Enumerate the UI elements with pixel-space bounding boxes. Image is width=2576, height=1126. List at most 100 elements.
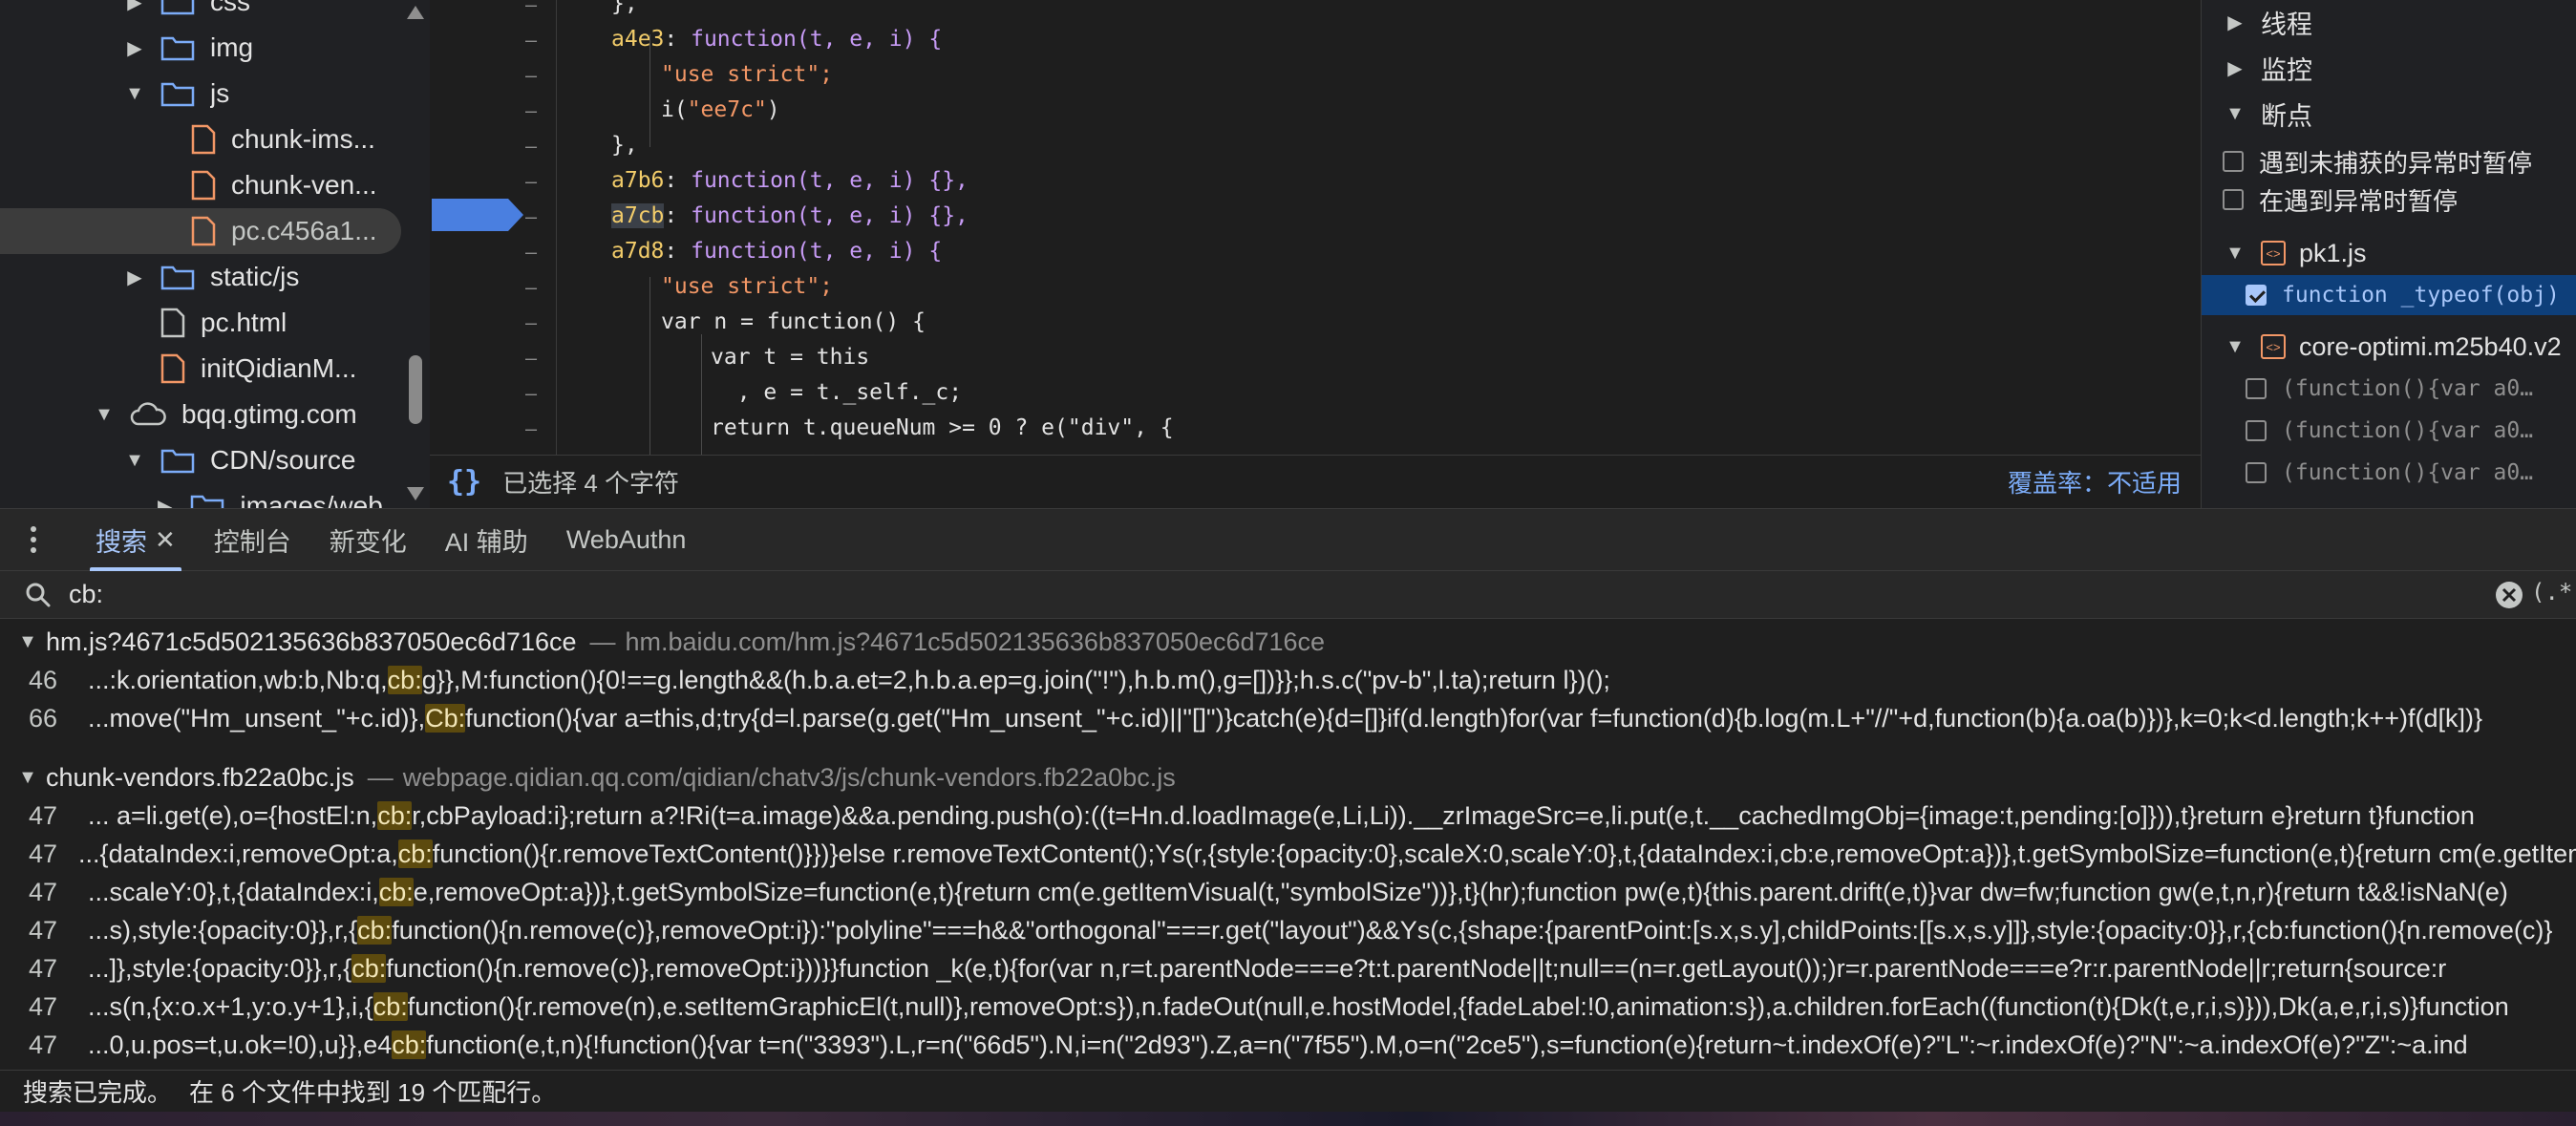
drawer-tab[interactable]: WebAuthn <box>547 508 706 571</box>
gutter-line[interactable]: – <box>430 0 556 22</box>
scroll-down-icon[interactable] <box>407 487 424 500</box>
expand-right-icon[interactable]: ▶ <box>122 36 147 60</box>
gutter-line[interactable]: – <box>430 57 556 93</box>
search-summary-text: 在 6 个文件中找到 19 个匹配行。 <box>189 1078 557 1107</box>
tree-item[interactable]: ▼ CDN/source <box>0 437 401 483</box>
breakpoint-code: (function(){var a0… <box>2282 376 2534 401</box>
gutter-line[interactable]: – <box>430 340 556 375</box>
result-row[interactable]: 47 ...0,u.pos=t,u.ok=!0),u}},e4cb:functio… <box>0 1026 2576 1064</box>
drawer-tab[interactable]: 新变化 <box>310 508 426 571</box>
search-input[interactable] <box>69 580 2457 609</box>
breakpoint-file[interactable]: ▼ <> core-optimi.m25b40.v2 <box>2202 325 2576 369</box>
expand-down-icon[interactable]: ▼ <box>122 83 147 105</box>
expand-down-icon[interactable]: ▼ <box>2223 336 2247 358</box>
pretty-print-button[interactable]: {} <box>447 465 481 499</box>
breakpoint-checkbox[interactable] <box>2246 420 2267 441</box>
drawer-tab[interactable]: 控制台 <box>195 508 310 571</box>
expand-right-icon[interactable]: ▶ <box>122 0 147 14</box>
result-text: ...scaleY:0},t,{dataIndex:i,cb:e,removeO… <box>88 877 2508 907</box>
checkbox[interactable] <box>2223 151 2244 172</box>
close-icon[interactable]: ✕ <box>155 525 176 555</box>
tree-item[interactable]: pc.html <box>0 300 401 346</box>
breakpoint-checkbox[interactable] <box>2246 285 2267 306</box>
js-file-icon <box>191 124 216 155</box>
checkbox[interactable] <box>2223 189 2244 210</box>
expand-down-icon[interactable]: ▼ <box>2223 243 2247 265</box>
tree-item[interactable]: ▶ img <box>0 25 401 71</box>
pause-option[interactable]: 在遇到异常时暂停 <box>2202 180 2576 220</box>
tree-item[interactable]: pc.c456a1... <box>0 208 401 254</box>
gutter-line[interactable]: – <box>430 305 556 340</box>
result-row[interactable]: 47 ...{dataIndex:i,removeOpt:a,cb:functio… <box>0 835 2576 873</box>
tree-item[interactable]: ▼ bqq.gtimg.com <box>0 392 401 437</box>
result-pre: ...:k.orientation,wb:b,Nb:q, <box>88 665 388 694</box>
tree-scrollbar[interactable] <box>405 0 430 508</box>
result-row[interactable]: 47 ...]},style:{opacity:0}},r,{cb:functio… <box>0 949 2576 988</box>
result-file-name: chunk-vendors.fb22a0bc.js <box>46 762 354 792</box>
expand-down-icon[interactable]: ▼ <box>2223 103 2247 125</box>
gutter-line[interactable]: – <box>430 375 556 411</box>
breakpoint-file[interactable]: ▼ <> pk1.js <box>2202 231 2576 275</box>
tree-scroll-thumb[interactable] <box>409 355 422 424</box>
gutter-line[interactable]: – <box>430 411 556 446</box>
result-file-name: hm.js?4671c5d502135636b837050ec6d716ce <box>46 627 577 656</box>
result-row[interactable]: 46 ...:k.orientation,wb:b,Nb:q,cb:g}},M:f… <box>0 661 2576 699</box>
breakpoint-checkbox[interactable] <box>2246 378 2267 399</box>
breakpoint-item[interactable]: function _typeof(obj) <box>2202 275 2576 315</box>
drawer-tab[interactable]: AI 辅助 <box>426 508 547 571</box>
gutter-line[interactable]: – <box>430 234 556 269</box>
result-text: ...s),style:{opacity:0}},r,{cb:function(… <box>88 915 2553 945</box>
expand-right-icon[interactable]: ▶ <box>153 495 177 509</box>
expand-down-icon[interactable]: ▼ <box>15 767 40 789</box>
drawer-menu-icon[interactable] <box>19 526 48 553</box>
expand-down-icon[interactable]: ▼ <box>122 450 147 472</box>
regex-toggle[interactable]: (.*) <box>2531 579 2576 605</box>
breakpoint-item[interactable]: (function(){var a0… <box>2202 411 2576 451</box>
debugger-section-1[interactable]: ▶ 监控 <box>2202 46 2576 90</box>
debugger-section-0[interactable]: ▶ 线程 <box>2202 0 2576 44</box>
result-pre: ...s(n,{x:o.x+1,y:o.y+1},i,{ <box>88 991 373 1021</box>
pause-option[interactable]: 遇到未捕获的异常时暂停 <box>2202 141 2576 181</box>
result-post: function(){n.remove(c)},removeOpt:i}):"p… <box>392 915 2553 945</box>
tree-item[interactable]: chunk-ims... <box>0 117 401 162</box>
breakpoint-checkbox[interactable] <box>2246 462 2267 483</box>
gutter-line[interactable]: – <box>430 269 556 305</box>
breakpoint-item[interactable]: (function(){var a0… <box>2202 453 2576 493</box>
expand-right-icon[interactable]: ▶ <box>122 266 147 289</box>
expand-right-icon[interactable]: ▶ <box>2223 11 2247 34</box>
coverage-link[interactable]: 覆盖率：不适用 <box>2008 464 2182 499</box>
result-file-header[interactable]: ▼ chunk-vendors.fb22a0bc.js — webpage.qidia… <box>0 758 1176 797</box>
expand-down-icon[interactable]: ▼ <box>15 631 40 653</box>
section-label: 断点 <box>2261 101 2312 131</box>
tree-item[interactable]: initQidianM... <box>0 346 401 392</box>
result-file-sep: — <box>589 627 616 656</box>
scroll-up-icon[interactable] <box>407 6 424 19</box>
result-row[interactable]: 66 ...move("Hm_unsent_"+c.id)},Cb:functio… <box>0 699 2576 737</box>
tree-item[interactable]: ▶ static/js <box>0 254 401 300</box>
search-icon <box>25 582 52 608</box>
result-row[interactable]: 47 ... a=li.get(e),o={hostEl:n,cb:r,cbPay… <box>0 797 2576 835</box>
gutter-line[interactable]: – <box>430 22 556 57</box>
gutter-line[interactable]: – <box>430 163 556 199</box>
tree-item[interactable]: ▶ css <box>0 0 401 25</box>
result-line-number: 46 <box>29 665 58 694</box>
result-match: cb: <box>373 991 408 1021</box>
result-row[interactable]: 47 ...s(n,{x:o.x+1,y:o.y+1},i,{cb:functio… <box>0 988 2576 1026</box>
expand-down-icon[interactable]: ▼ <box>92 404 117 426</box>
result-row[interactable]: 47 ...scaleY:0},t,{dataIndex:i,cb:e,remov… <box>0 873 2576 911</box>
tree-item[interactable]: ▶ images/web... <box>0 483 401 508</box>
result-file-header[interactable]: ▼ hm.js?4671c5d502135636b837050ec6d716ce —… <box>0 623 1325 661</box>
code-editor[interactable]: – – – – – – – – – – – – – }, a4e3: function(t, e, i) … <box>430 0 2201 455</box>
gutter-line[interactable]: – <box>430 93 556 128</box>
breakpoint-code: (function(){var a0… <box>2282 460 2534 485</box>
gutter-line[interactable]: – <box>430 128 556 163</box>
tree-item[interactable]: chunk-ven... <box>0 162 401 208</box>
result-row[interactable]: 47 ...s),style:{opacity:0}},r,{cb:functio… <box>0 911 2576 949</box>
breakpoint-marker[interactable] <box>432 199 523 231</box>
drawer-tab[interactable]: 搜索 ✕ <box>76 508 195 571</box>
breakpoint-item[interactable]: (function(){var a0… <box>2202 369 2576 409</box>
expand-right-icon[interactable]: ▶ <box>2223 56 2247 80</box>
clear-search-icon[interactable] <box>2495 581 2523 609</box>
debugger-section-2[interactable]: ▼ 断点 <box>2202 92 2576 136</box>
tree-item[interactable]: ▼ js <box>0 71 401 117</box>
